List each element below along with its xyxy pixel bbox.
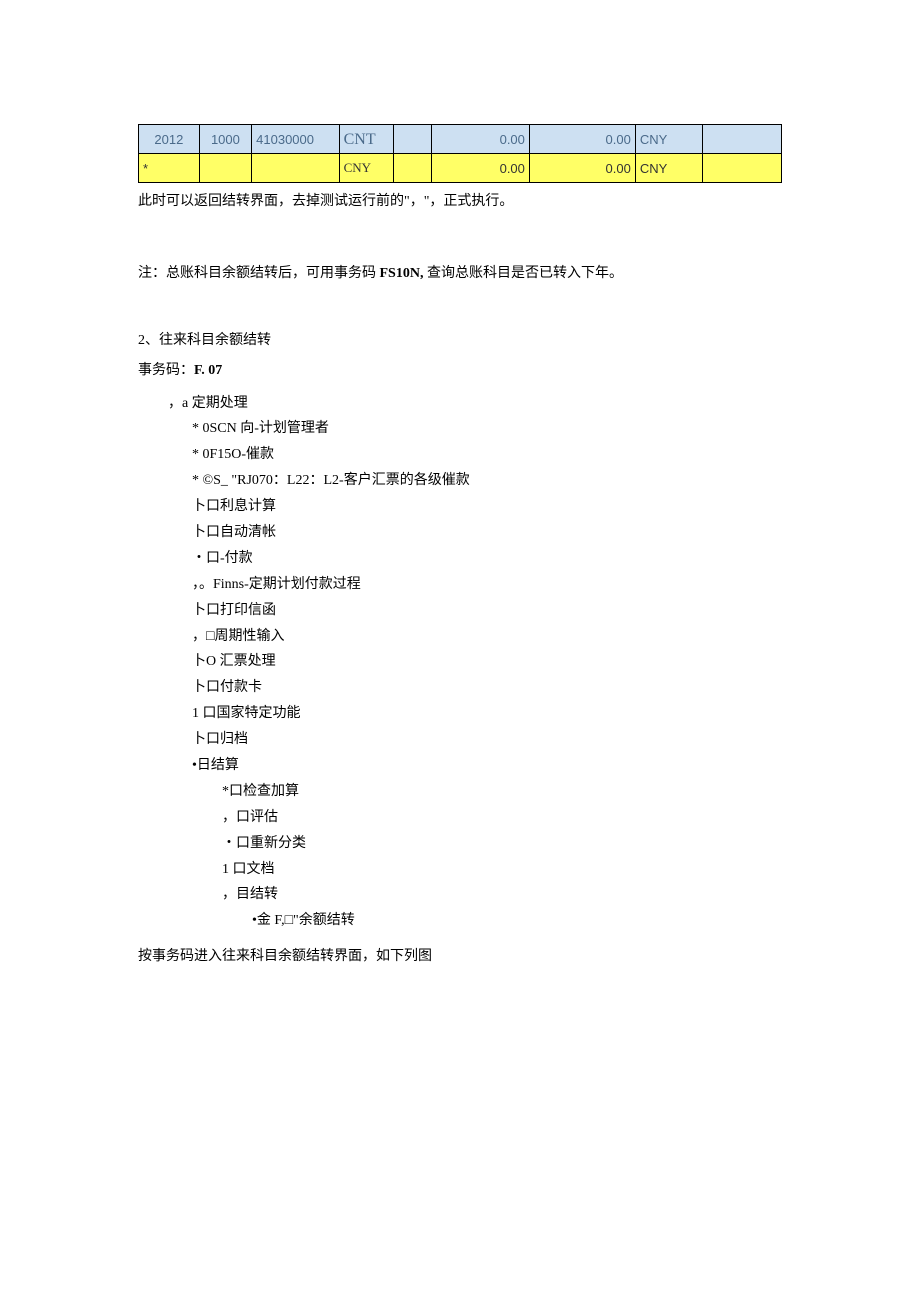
cell-star: * xyxy=(139,154,200,183)
tree-node: *口检查加算 xyxy=(222,779,782,805)
txcode-label: 事务码： xyxy=(138,363,194,378)
cell xyxy=(702,154,781,183)
tree-node: ，。Finns-定期计划付款过程 xyxy=(192,572,782,598)
tree-node: •日结算 xyxy=(192,753,782,779)
table-row: 2012 1000 41030000 CNT 0.00 0.00 CNY xyxy=(139,125,782,154)
section-2-title: 2、往来科目余额结转 xyxy=(138,330,782,352)
tree-node: ・口重新分类 xyxy=(222,831,782,857)
cell xyxy=(252,154,339,183)
cell-code1: 1000 xyxy=(199,125,251,154)
paragraph-end: 按事务码进入往来科目余额结转界面，如下列图 xyxy=(138,946,782,968)
txcode-line: 事务码：F. 07 xyxy=(138,360,782,382)
cell-year: 2012 xyxy=(139,125,200,154)
table-row: * CNY 0.00 0.00 CNY xyxy=(139,154,782,183)
tree-node: ，口评估 xyxy=(222,805,782,831)
tree-node: 1 口文档 xyxy=(222,857,782,883)
cell xyxy=(199,154,251,183)
cell xyxy=(394,154,432,183)
tree-node: * ©S_ "RJ070：L22：L2-客户汇票的各级催款 xyxy=(192,468,782,494)
note-prefix: 注：总账科目余额结转后，可用事务码 xyxy=(138,266,380,281)
note: 注：总账科目余额结转后，可用事务码 FS10N, 查询总账科目是否已转入下年。 xyxy=(138,263,782,285)
cell-code2: 41030000 xyxy=(252,125,339,154)
tree-node: * 0SCN 向-计划管理者 xyxy=(192,416,782,442)
cell-curr: CNY xyxy=(339,154,394,183)
tree-node: •金 F,□"余额结转 xyxy=(252,908,782,934)
cell-curr: CNY xyxy=(635,125,702,154)
tree-node: 卜口归档 xyxy=(192,727,782,753)
cell-amt1: 0.00 xyxy=(432,125,530,154)
balance-table: 2012 1000 41030000 CNT 0.00 0.00 CNY * C… xyxy=(138,124,782,183)
menu-tree: ，a 定期处理 * 0SCN 向-计划管理者 * 0F15O-催款 * ©S_ … xyxy=(168,391,782,935)
cell-empty xyxy=(394,125,432,154)
tree-node: 卜口付款卡 xyxy=(192,675,782,701)
tree-node: * 0F15O-催款 xyxy=(192,442,782,468)
paragraph-return: 此时可以返回结转界面，去掉测试运行前的"，"，正式执行。 xyxy=(138,191,782,213)
note-suffix: 查询总账科目是否已转入下年。 xyxy=(423,266,623,281)
cell-amt2: 0.00 xyxy=(529,154,635,183)
cell-amt1: 0.00 xyxy=(432,154,530,183)
tree-node: ，□周期性输入 xyxy=(192,624,782,650)
tree-node: 卜O 汇票处理 xyxy=(192,649,782,675)
tree-node: ・口-付款 xyxy=(192,546,782,572)
note-code: FS10N, xyxy=(380,266,424,281)
tree-node: ，a 定期处理 xyxy=(168,391,782,417)
cell-curr2: CNY xyxy=(635,154,702,183)
tree-node: ，目结转 xyxy=(222,882,782,908)
tree-node: 卜口打印信函 xyxy=(192,598,782,624)
tree-node: 卜口利息计算 xyxy=(192,494,782,520)
cell-cnt: CNT xyxy=(339,125,394,154)
tree-node: 1 口国家特定功能 xyxy=(192,701,782,727)
txcode-value: F. 07 xyxy=(194,363,222,378)
cell-amt2: 0.00 xyxy=(529,125,635,154)
cell-tail xyxy=(702,125,781,154)
tree-node: 卜口自动清帐 xyxy=(192,520,782,546)
